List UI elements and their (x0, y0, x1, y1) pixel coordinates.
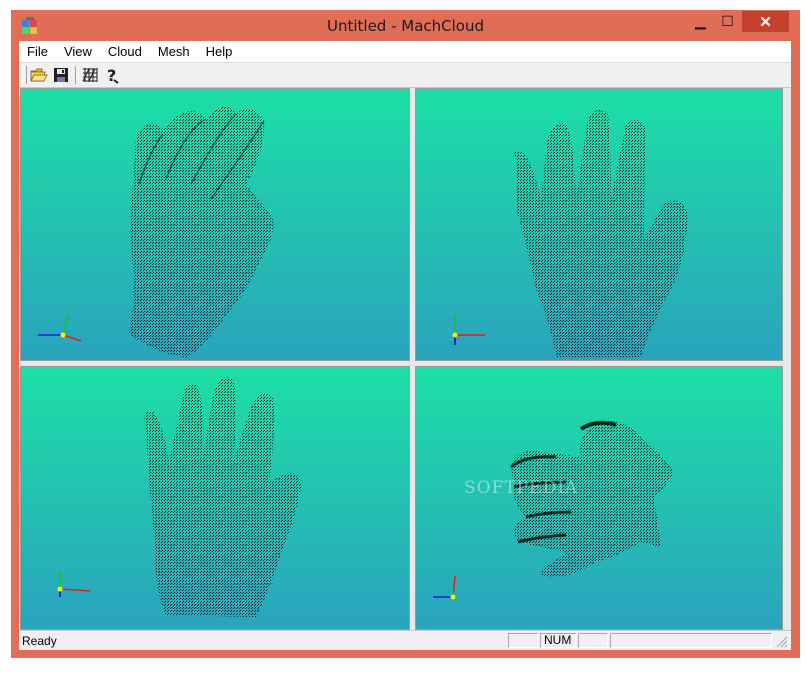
mesh-icon (82, 68, 98, 82)
maximize-button[interactable]: ☐ (714, 11, 741, 32)
save-icon (54, 68, 68, 82)
viewport-top-left[interactable] (20, 88, 410, 361)
menu-view[interactable]: View (56, 44, 100, 59)
open-button[interactable] (28, 65, 50, 85)
toolbar-grip[interactable] (22, 66, 27, 84)
watermark: SOFTPEDIA (464, 478, 579, 498)
status-pane-scrl (578, 633, 608, 648)
menu-mesh[interactable]: Mesh (150, 44, 198, 59)
open-folder-icon (30, 68, 48, 82)
axis-gizmo (433, 575, 456, 600)
axis-gizmo (452, 315, 485, 345)
help-icon: ? (107, 66, 119, 84)
app-window: Untitled - MachCloud ▁ ☐ ✕ File View Clo… (11, 10, 800, 658)
status-pane-caps (508, 633, 538, 648)
close-button[interactable]: ✕ (742, 11, 789, 32)
status-pane-num: NUM (540, 633, 576, 648)
help-button[interactable]: ? (101, 65, 123, 85)
title-bar[interactable]: Untitled - MachCloud ▁ ☐ ✕ (11, 10, 800, 41)
menu-file[interactable]: File (19, 44, 56, 59)
minimize-button[interactable]: ▁ (687, 11, 714, 32)
window-title: Untitled - MachCloud (326, 17, 485, 35)
axis-gizmo (38, 314, 82, 342)
status-text: Ready (22, 634, 57, 648)
resize-grip-icon[interactable] (775, 635, 788, 648)
save-button[interactable] (50, 65, 72, 85)
menu-cloud[interactable]: Cloud (100, 44, 150, 59)
mesh-button[interactable] (79, 65, 101, 85)
viewport-bottom-right[interactable] (415, 366, 783, 630)
toolbar: ? (19, 62, 791, 88)
viewport-area (19, 88, 791, 630)
status-pane-extra (610, 633, 772, 648)
viewport-top-right[interactable] (415, 88, 783, 361)
menu-help[interactable]: Help (198, 44, 241, 59)
axis-gizmo (57, 571, 91, 597)
viewport-bottom-left[interactable] (20, 366, 410, 630)
menu-bar: File View Cloud Mesh Help (19, 41, 791, 62)
status-bar: Ready NUM (19, 630, 791, 650)
